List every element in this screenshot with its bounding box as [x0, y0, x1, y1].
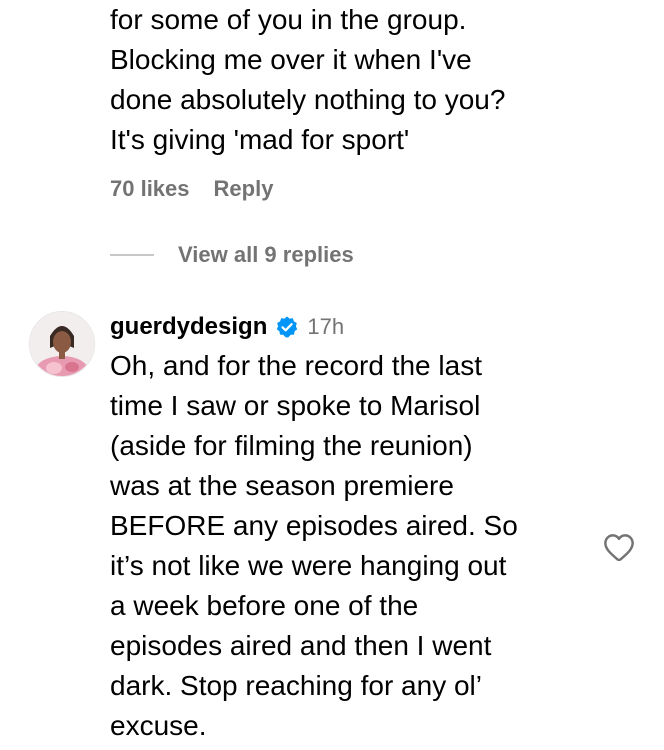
verified-badge-icon	[275, 315, 299, 339]
comment-meta: 70 likes Reply	[110, 176, 273, 202]
view-replies-button[interactable]: View all 9 replies	[178, 242, 354, 268]
comment-line: time I saw or spoke to Marisol	[110, 390, 481, 421]
comment-line: a week before one of the	[110, 590, 419, 621]
comment: guerdydesign 17h Oh, and for the record …	[110, 308, 590, 746]
avatar-photo-icon	[30, 312, 94, 376]
comment-line: was at the season premiere	[110, 470, 454, 501]
comment-line: it’s not like we were hanging out	[110, 550, 507, 581]
likes-count[interactable]: 70 likes	[110, 176, 190, 202]
comment-line: Blocking me over it when I've	[110, 44, 472, 75]
comment-line: (aside for filming the reunion)	[110, 430, 473, 461]
view-replies[interactable]: View all 9 replies	[110, 242, 354, 268]
comment-line: BEFORE any episodes aired. So	[110, 510, 518, 541]
comment-text: Oh, and for the record the last time I s…	[110, 346, 590, 746]
comment-timestamp[interactable]: 17h	[307, 314, 344, 340]
comment-line: done absolutely nothing to you?	[110, 84, 506, 115]
username-link[interactable]: guerdydesign	[110, 313, 267, 341]
comment-line: excuse.	[110, 710, 207, 741]
like-heart-icon[interactable]	[602, 532, 636, 562]
reply-button[interactable]: Reply	[214, 176, 274, 202]
comment-line: episodes aired and then I went	[110, 630, 492, 661]
comment-line: for some of you in the group.	[110, 4, 467, 35]
comment-line: dark. Stop reaching for any ol’	[110, 670, 482, 701]
comment-text: for some of you in the group. Blocking m…	[110, 0, 630, 160]
avatar[interactable]	[29, 311, 95, 377]
replies-divider	[110, 254, 154, 256]
previous-comment: for some of you in the group. Blocking m…	[110, 0, 630, 160]
comment-line: It's giving 'mad for sport'	[110, 124, 410, 155]
comment-header: guerdydesign 17h	[110, 308, 590, 346]
comment-line: Oh, and for the record the last	[110, 350, 482, 381]
